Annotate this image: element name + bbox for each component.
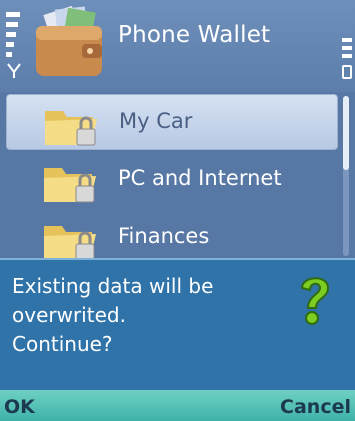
locked-folder-icon [45, 111, 97, 146]
app-title: Phone Wallet [118, 22, 271, 48]
folder-list: My Car PC and Internet Finances [0, 92, 355, 261]
list-item-label: Finances [118, 224, 210, 248]
dialog-line: overwrited. [12, 303, 126, 327]
signal-icon [6, 12, 21, 78]
ok-softkey[interactable]: OK [4, 396, 35, 418]
list-item-finances[interactable]: Finances [6, 210, 336, 264]
list-item-label: PC and Internet [118, 166, 282, 190]
cancel-softkey[interactable]: Cancel [280, 396, 351, 418]
dialog-line: Existing data will be [12, 274, 214, 298]
question-icon [300, 277, 330, 325]
scroll-thumb[interactable] [343, 96, 349, 170]
app-header: Phone Wallet [0, 0, 355, 92]
wallet-icon [36, 5, 102, 76]
list-item-label: My Car [119, 109, 193, 133]
list-item-pc-and-internet[interactable]: PC and Internet [6, 152, 336, 206]
locked-folder-icon [44, 226, 96, 261]
locked-folder-icon [44, 168, 96, 203]
list-item-my-car[interactable]: My Car [6, 94, 338, 150]
dialog-line: Continue? [12, 332, 113, 356]
softkey-bar: OK Cancel [0, 390, 355, 421]
battery-icon [342, 38, 352, 79]
dialog-message: Existing data will be overwrited. Contin… [12, 272, 282, 359]
list-scrollbar[interactable] [343, 96, 349, 256]
phone-screen: Phone Wallet My Car PC and Internet Fina… [0, 0, 355, 421]
confirmation-dialog: Existing data will be overwrited. Contin… [0, 258, 355, 392]
